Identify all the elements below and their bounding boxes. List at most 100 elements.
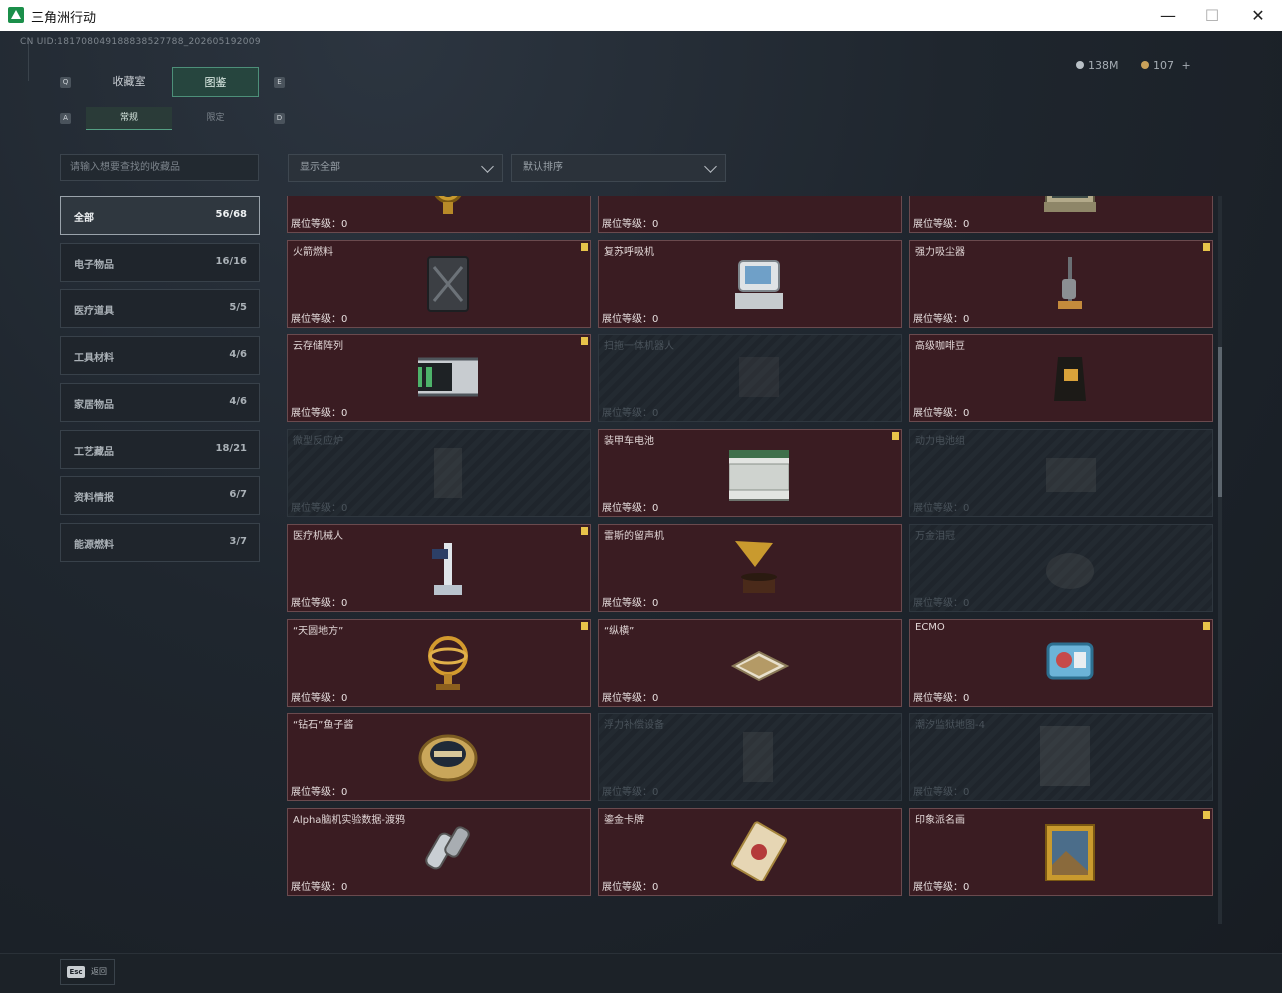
category-item[interactable]: 工艺藏品 18/21 — [60, 429, 260, 469]
item-level: 展位等级：0 — [602, 692, 659, 704]
collection-item-card[interactable]: 浮力补偿设备 展位等级：0 — [598, 713, 902, 802]
category-label: 工具材料 — [74, 353, 114, 365]
item-name: 动力电池组 — [915, 436, 965, 448]
collection-item-card[interactable]: 装甲车电池 展位等级：0 — [598, 429, 902, 518]
collection-item-card[interactable]: Alpha脑机实验数据-渡鸦 展位等级：0 — [287, 807, 591, 896]
collection-item-card[interactable]: 印象派名画 展位等级：0 — [909, 807, 1213, 896]
window-title: 三角洲行动 — [31, 11, 97, 26]
category-item[interactable]: 全部 56/68 — [60, 196, 260, 235]
sort-dropdown-label: 默认排序 — [523, 162, 563, 173]
tab-collection-room[interactable]: 收藏室 — [86, 67, 172, 97]
item-name: 医疗机械人 — [293, 530, 343, 542]
filter-dropdown[interactable]: 显示全部 — [288, 154, 503, 182]
collection-item-card[interactable]: 高级咖啡豆 展位等级：0 — [909, 334, 1213, 423]
collection-item-card[interactable]: 微型反应炉 展位等级：0 — [287, 429, 591, 518]
add-currency-button[interactable]: + — [1182, 59, 1191, 72]
category-item[interactable]: 资料情报 6/7 — [60, 476, 260, 516]
category-label: 能源燃料 — [74, 539, 114, 551]
item-level: 展位等级：0 — [913, 313, 970, 325]
category-item[interactable]: 能源燃料 3/7 — [60, 522, 260, 562]
collection-item-card[interactable]: “钻石”鱼子酱 展位等级：0 — [287, 713, 591, 802]
collection-item-card[interactable]: 复苏呼吸机 展位等级：0 — [598, 239, 902, 328]
maximize-button[interactable]: ☐ — [1189, 0, 1235, 31]
map-icon — [1040, 726, 1090, 787]
new-badge-icon — [1203, 621, 1210, 630]
subtab-regular[interactable]: 常规 — [86, 107, 172, 130]
chevron-down-icon — [704, 160, 717, 173]
back-button[interactable]: Esc 返回 — [60, 959, 115, 985]
category-item[interactable]: 家居物品 4/6 — [60, 382, 260, 422]
scrollbar-track[interactable] — [1218, 196, 1222, 924]
collection-item-card[interactable]: ECMO 展位等级：0 — [909, 618, 1213, 707]
sort-dropdown[interactable]: 默认排序 — [511, 154, 726, 182]
item-name: “钻石”鱼子酱 — [293, 720, 354, 732]
close-button[interactable]: ✕ — [1235, 0, 1281, 31]
storage-array-icon — [418, 357, 478, 397]
filter-dropdown-label: 显示全部 — [300, 162, 340, 173]
item-level: 展位等级：0 — [291, 881, 348, 893]
crown-icon — [1046, 552, 1094, 589]
item-level: 展位等级：0 — [291, 219, 348, 230]
collection-item-card[interactable]: 燧发枪模型展位等级：0 — [598, 196, 902, 233]
currency-a-value: 138M — [1088, 59, 1119, 72]
collection-item-card[interactable]: 云存储阵列展位等级：0 — [287, 334, 591, 423]
card-icon — [731, 821, 787, 881]
item-level: 展位等级：0 — [291, 692, 348, 704]
item-level: 展位等级：0 — [913, 219, 970, 230]
currency-b-value: 107 — [1153, 59, 1174, 72]
collection-item-card[interactable]: 名贵机械表展位等级：0 — [287, 196, 591, 233]
collection-item-card[interactable]: 万金泪冠 展位等级：0 — [909, 523, 1213, 612]
new-badge-icon — [581, 621, 588, 630]
tab-next-key-icon: E — [274, 77, 285, 88]
category-count: 3/7 — [229, 535, 247, 547]
collection-item-card[interactable]: 鎏金卡牌 展位等级：0 — [598, 807, 902, 896]
caviar-tin-icon — [418, 734, 478, 782]
category-count: 56/68 — [215, 209, 247, 220]
item-name: 云存储阵列 — [293, 341, 343, 353]
scrollbar-thumb[interactable] — [1218, 347, 1222, 497]
collection-item-card[interactable]: 动力电池组展位等级：0 — [909, 429, 1213, 518]
reactor-icon — [434, 448, 462, 499]
item-name: “纵横” — [604, 625, 635, 637]
collection-item-card[interactable]: 扫拖一体机器人 展位等级：0 — [598, 334, 902, 423]
new-badge-icon — [581, 526, 588, 535]
collection-item-card[interactable]: “纵横” 展位等级：0 — [598, 618, 902, 707]
collection-item-card[interactable]: 雷斯的留声机 展位等级：0 — [598, 523, 902, 612]
item-name: 扫拖一体机器人 — [604, 341, 674, 353]
new-badge-icon — [892, 432, 899, 441]
medical-robot-icon — [432, 542, 462, 595]
search-input[interactable]: 请输入想要查找的收藏品 — [60, 154, 259, 181]
item-level: 展位等级：0 — [291, 408, 348, 420]
ecmo-icon — [1046, 642, 1094, 679]
category-item[interactable]: 医疗道具 5/5 — [60, 289, 260, 329]
category-count: 5/5 — [229, 302, 247, 314]
item-level: 展位等级：0 — [913, 787, 970, 799]
item-level: 展位等级：0 — [291, 503, 348, 515]
category-item[interactable]: 工具材料 4/6 — [60, 336, 260, 376]
item-level: 展位等级：0 — [291, 787, 348, 799]
window-titlebar: 三角洲行动 — ☐ ✕ — [0, 0, 1282, 32]
player-uid: CN UID:18170804918883852778​8_2026051920… — [20, 37, 261, 47]
subtab-limited[interactable]: 限定 — [172, 107, 259, 129]
item-name: 复苏呼吸机 — [604, 246, 654, 258]
category-label: 工艺藏品 — [74, 446, 114, 458]
collection-item-card[interactable]: 火箭燃料 展位等级：0 — [287, 239, 591, 328]
musket-icon — [729, 196, 789, 218]
coffee-bag-icon — [1054, 357, 1086, 402]
item-level: 展位等级：0 — [913, 503, 970, 515]
category-count: 6/7 — [229, 489, 247, 501]
collection-item-card[interactable]: 军用信息终端展位等级：0 — [909, 196, 1213, 233]
collection-item-card[interactable]: 潮汐监狱地图-4 展位等级：0 — [909, 713, 1213, 802]
battery-icon — [729, 450, 789, 502]
minimize-button[interactable]: — — [1145, 0, 1191, 31]
tab-catalog[interactable]: 图鉴 — [172, 67, 259, 97]
category-label: 电子物品 — [74, 259, 114, 271]
data-drive-icon — [425, 826, 470, 870]
item-level: 展位等级：0 — [913, 408, 970, 420]
category-item[interactable]: 电子物品 16/16 — [60, 242, 260, 282]
collection-item-card[interactable]: “天圆地方” 展位等级：0 — [287, 618, 591, 707]
collection-item-card[interactable]: 医疗机械人 展位等级：0 — [287, 523, 591, 612]
watch-icon — [434, 196, 462, 214]
collection-item-card[interactable]: 强力吸尘器 展位等级：0 — [909, 239, 1213, 328]
item-level: 展位等级：0 — [913, 881, 970, 893]
